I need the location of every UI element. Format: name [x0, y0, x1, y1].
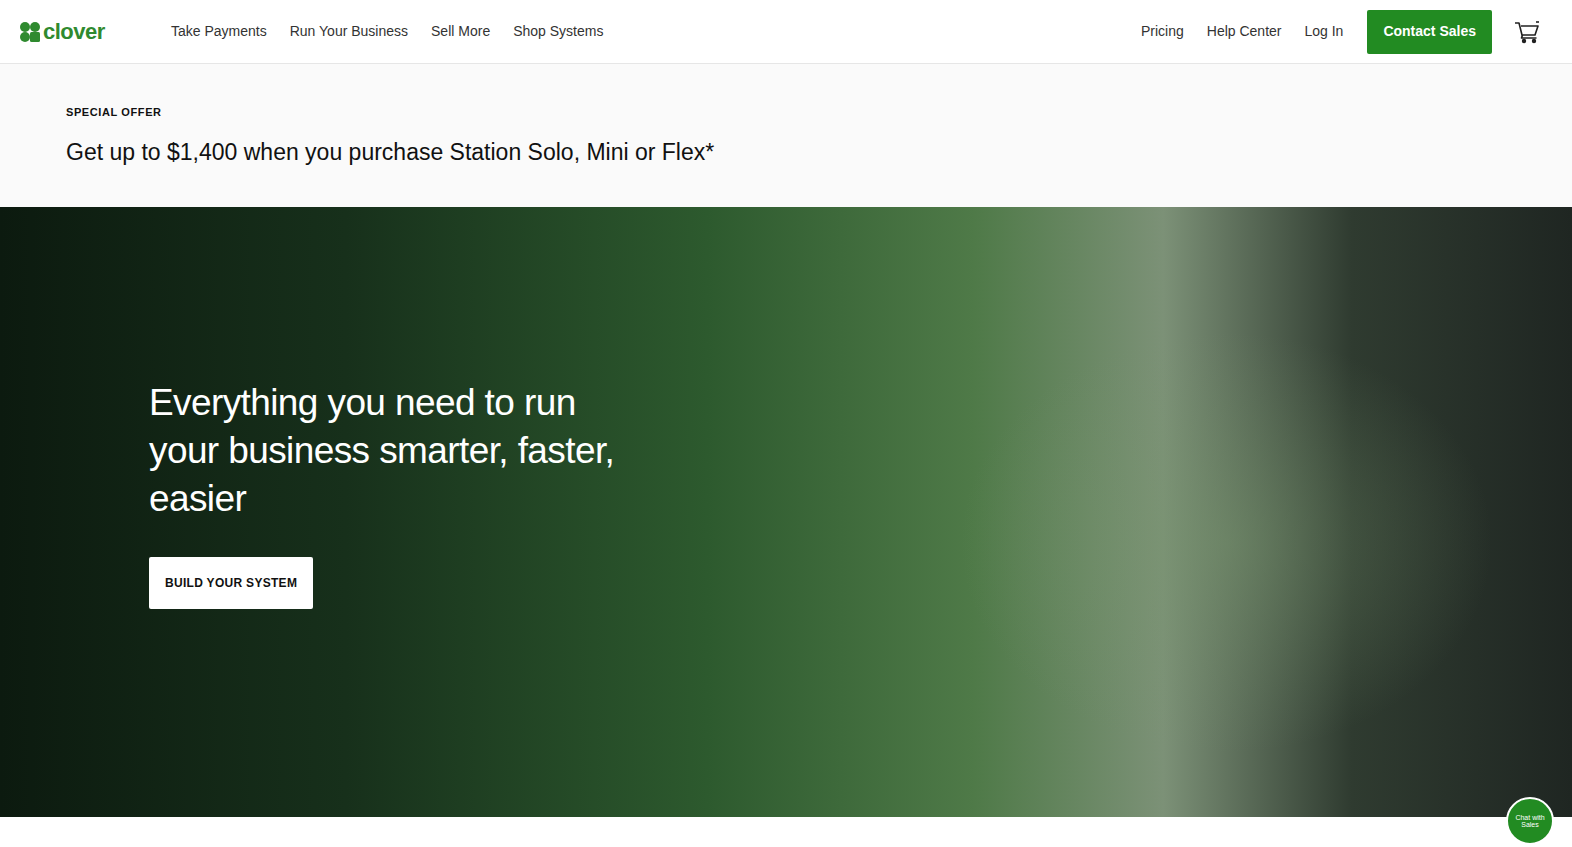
utility-link[interactable]: Help Center: [1207, 21, 1282, 42]
nav-link[interactable]: Run Your Business: [290, 21, 408, 42]
utility-bar: Pricing Help Center Log In Contact Sales: [1141, 10, 1540, 54]
hero-headline: Everything you need to runyour business …: [149, 379, 1572, 523]
hero-banner: Everything you need to runyour business …: [0, 207, 1572, 817]
chat-with-sales-button[interactable]: Chat with Sales: [1506, 797, 1554, 845]
build-system-button[interactable]: BUILD YOUR SYSTEM: [149, 557, 313, 609]
offer-label: SPECIAL OFFER: [66, 104, 1506, 121]
logo-text: clover: [43, 15, 105, 48]
site-header: clover Take Payments Run Your Business Sell…: [0, 0, 1572, 64]
cart-icon: [1514, 20, 1540, 44]
clover-logo[interactable]: clover: [19, 15, 129, 48]
special-offer-banner: SPECIAL OFFER Get up to $1,400 when you p…: [0, 64, 1572, 207]
utility-link[interactable]: Log In: [1304, 21, 1343, 42]
headline-line: Everything you need to run: [149, 379, 1572, 427]
utility-link[interactable]: Pricing: [1141, 21, 1184, 42]
utility-nav: Pricing Help Center Log In: [1141, 21, 1343, 42]
offer-headline[interactable]: Get up to $1,400 when you purchase Stati…: [66, 135, 1506, 170]
nav-link[interactable]: Shop Systems: [513, 21, 603, 42]
headline-line: your business smarter, faster,: [149, 427, 1572, 475]
chat-label: Chat with Sales: [1515, 814, 1545, 828]
clover-icon: [19, 21, 41, 43]
headline-line: easier: [149, 475, 1572, 523]
contact-sales-button[interactable]: Contact Sales: [1367, 10, 1492, 54]
nav-link[interactable]: Sell More: [431, 21, 490, 42]
nav-link[interactable]: Take Payments: [171, 21, 267, 42]
main-nav: Take Payments Run Your Business Sell More S…: [171, 21, 603, 42]
